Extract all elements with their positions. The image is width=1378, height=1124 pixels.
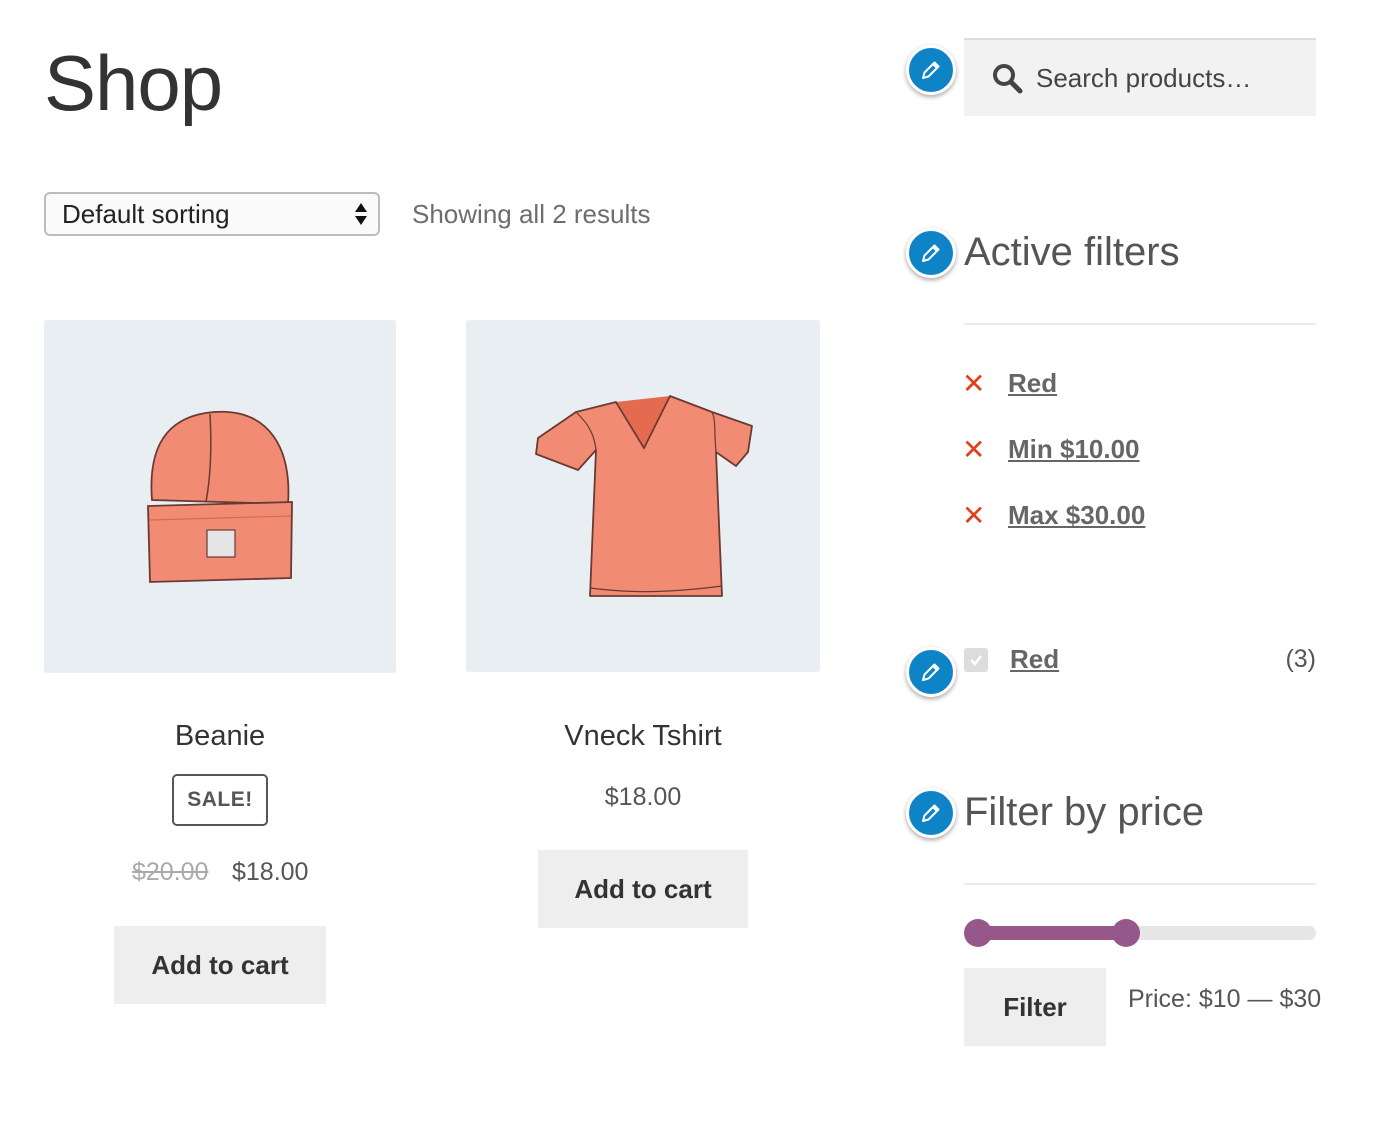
product-search[interactable]: [964, 38, 1316, 116]
active-filter-label[interactable]: Max $30.00: [1008, 500, 1145, 531]
active-filters-title: Active filters: [964, 230, 1180, 274]
remove-icon[interactable]: ✕: [962, 435, 1008, 464]
search-icon: [993, 64, 1023, 94]
pencil-icon[interactable]: [906, 228, 956, 278]
remove-icon[interactable]: ✕: [962, 369, 1008, 398]
remove-icon[interactable]: ✕: [962, 501, 1008, 530]
product-image-vneck-tshirt[interactable]: [466, 320, 820, 672]
sort-select-value: Default sorting: [62, 198, 230, 229]
beanie-illustration: [147, 410, 293, 583]
price-slider-min-handle[interactable]: [964, 919, 992, 947]
pencil-icon[interactable]: [906, 647, 956, 697]
active-filter-min-price[interactable]: ✕ Min $10.00: [962, 434, 1140, 465]
select-arrows-icon: [355, 203, 367, 225]
price-slider-max-handle[interactable]: [1112, 919, 1140, 947]
filter-button[interactable]: Filter: [964, 968, 1106, 1046]
divider: [964, 323, 1316, 325]
active-filter-max-price[interactable]: ✕ Max $30.00: [962, 500, 1145, 531]
sort-select[interactable]: Default sorting: [44, 192, 380, 236]
filter-by-price-title: Filter by price: [964, 790, 1205, 834]
active-filter-label[interactable]: Min $10.00: [1008, 434, 1140, 465]
pencil-icon[interactable]: [906, 788, 956, 838]
sale-price: $18.00: [232, 858, 309, 886]
vneck-tshirt-illustration: [535, 395, 753, 597]
layered-nav-label[interactable]: Red: [1010, 644, 1059, 675]
sale-badge: SALE!: [172, 774, 268, 826]
active-filter-red[interactable]: ✕ Red: [962, 368, 1057, 399]
price-range-label: Price: $10 — $30: [1128, 985, 1322, 1013]
product-image-beanie[interactable]: [44, 320, 396, 673]
search-input[interactable]: [1034, 61, 1298, 95]
active-filter-label[interactable]: Red: [1008, 368, 1057, 399]
add-to-cart-button-vneck-tshirt[interactable]: Add to cart: [538, 850, 748, 928]
layered-nav-item-red[interactable]: Red (3): [964, 644, 1316, 675]
add-to-cart-button-beanie[interactable]: Add to cart: [114, 926, 326, 1004]
old-price: $20.00: [132, 858, 209, 886]
result-count: Showing all 2 results: [412, 199, 651, 229]
checkbox-icon[interactable]: [964, 647, 988, 672]
page-title: Shop: [44, 39, 223, 127]
divider: [964, 883, 1316, 885]
product-title-beanie[interactable]: Beanie: [44, 720, 396, 753]
product-price: $18.00: [604, 783, 682, 811]
pencil-icon[interactable]: [906, 45, 956, 95]
product-title-vneck-tshirt[interactable]: Vneck Tshirt: [466, 720, 820, 753]
layered-nav-count: (3): [1285, 645, 1316, 673]
price-slider-range: [978, 926, 1126, 940]
